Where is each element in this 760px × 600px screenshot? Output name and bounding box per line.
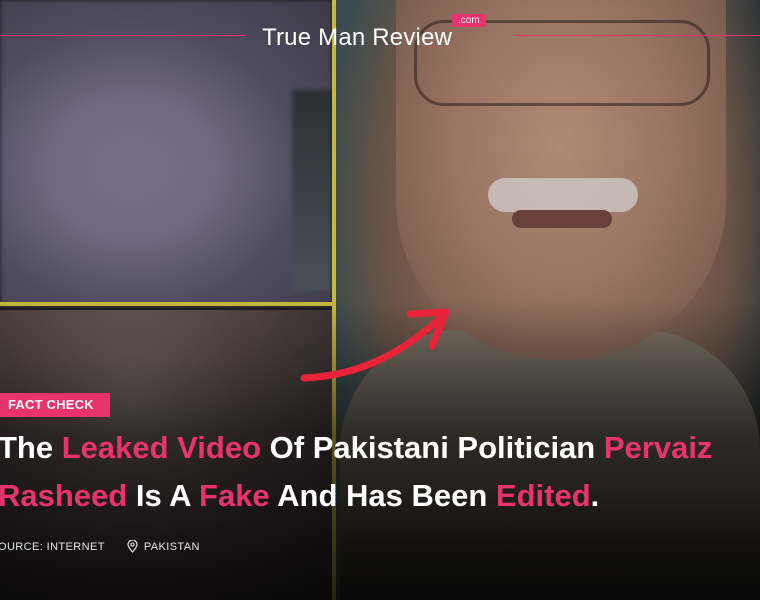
headline-text: Of Pakistani Politician xyxy=(261,430,604,465)
mouth xyxy=(512,210,612,228)
headline-highlight: Pervaiz xyxy=(603,430,713,465)
headline-text: The xyxy=(0,430,62,465)
category-badge[interactable]: FACT CHECK xyxy=(0,393,110,417)
mustache xyxy=(488,178,638,212)
headline-text: And Has Been xyxy=(269,478,496,513)
headline-highlight: Leaked Video xyxy=(61,430,262,465)
article-headline[interactable]: The Leaked Video Of Pakistani Politician… xyxy=(0,424,760,520)
brand-line-right xyxy=(515,35,760,36)
site-logo-tld: .com xyxy=(452,14,486,27)
headline-text: . xyxy=(590,478,600,513)
headline-line-2: Rasheed Is A Fake And Has Been Edited. xyxy=(0,472,760,520)
headline-line-1: The Leaked Video Of Pakistani Politician… xyxy=(0,424,760,472)
glasses xyxy=(414,20,710,106)
location-pin-icon xyxy=(127,540,138,553)
headline-highlight: Rasheed xyxy=(0,478,128,513)
location-tag[interactable]: PAKISTAN xyxy=(127,540,200,553)
brand-line-left xyxy=(0,35,245,36)
headline-highlight: Edited xyxy=(495,478,591,513)
red-arrow-icon xyxy=(300,308,450,382)
location-label: PAKISTAN xyxy=(143,540,200,553)
source-label: OURCE: INTERNET xyxy=(0,540,105,553)
headline-text: Is A xyxy=(127,478,200,513)
headline-highlight: Fake xyxy=(199,478,270,513)
site-logo[interactable]: True Man Review xyxy=(262,24,452,52)
article-meta: OURCE: INTERNET PAKISTAN xyxy=(0,540,200,553)
